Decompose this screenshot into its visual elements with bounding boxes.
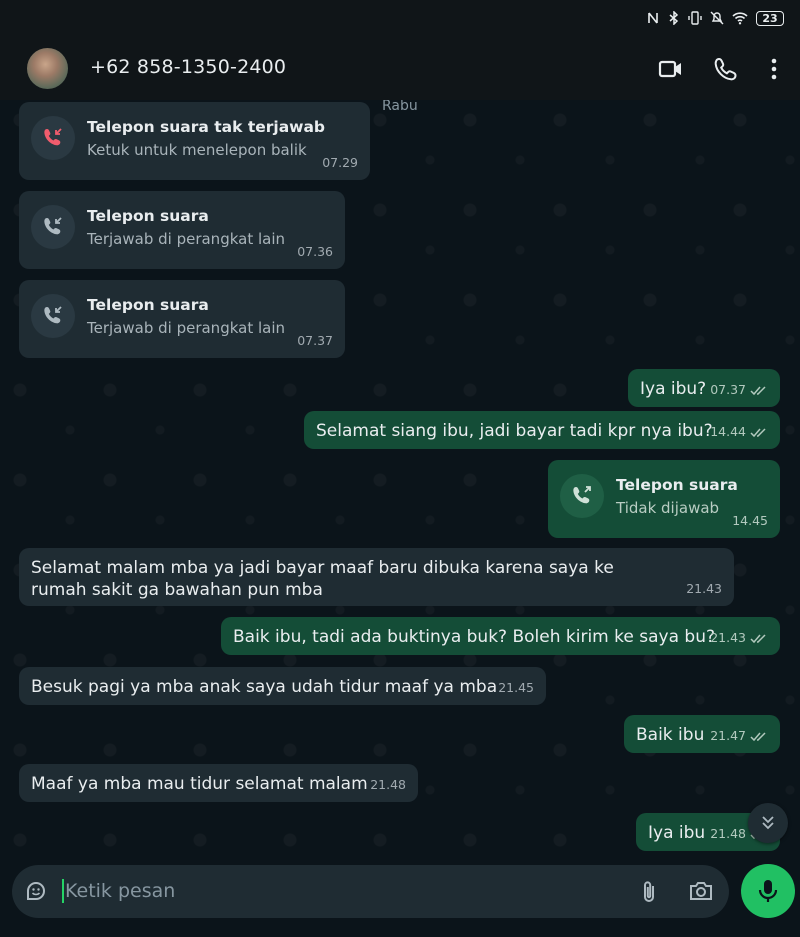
text-message[interactable]: Besuk pagi ya mba anak saya udah tidur m… [19,667,546,705]
voice-message-button[interactable] [741,864,795,918]
message-list[interactable]: Rabu Telepon suara tak terjawab Ketuk un… [0,100,800,862]
read-ticks-icon [750,385,766,395]
scroll-to-bottom-button[interactable] [748,803,788,843]
call-subtitle: Tidak dijawab [616,499,720,517]
microphone-icon [758,880,778,902]
bluetooth-icon [669,11,679,25]
message-time: 21.48 [710,826,746,841]
read-ticks-icon [750,633,766,643]
message-time: 21.48 [370,777,406,792]
double-chevron-down-icon [762,816,774,830]
camera-icon[interactable] [688,879,714,903]
message-time: 21.45 [498,680,534,695]
read-ticks-icon [750,427,766,437]
incoming-call-icon [31,294,75,338]
text-message[interactable]: Baik ibu 21.47 [624,715,780,753]
call-subtitle: Terjawab di perangkat lain [87,230,286,248]
status-bar: 23 [0,0,800,36]
call-title: Telepon suara [616,476,738,494]
call-message[interactable]: Telepon suara tak terjawab Ketuk untuk m… [19,102,370,180]
date-label: Rabu [382,100,418,114]
message-input[interactable]: Ketik pesan [62,879,175,903]
message-text: Selamat malam mba ya jadi bayar maaf bar… [31,558,614,600]
message-time: 07.29 [322,155,358,170]
wifi-icon [732,12,748,25]
text-message[interactable]: Selamat malam mba ya jadi bayar maaf bar… [19,548,734,606]
message-input-bar: Ketik pesan [12,865,729,918]
message-text: Selamat siang ibu, jadi bayar tadi kpr n… [316,421,713,441]
message-text: Iya ibu [648,823,706,843]
call-subtitle: Terjawab di perangkat lain [87,319,286,337]
message-text: Baik ibu, tadi ada buktinya buk? Boleh k… [233,627,715,647]
call-title: Telepon suara [87,207,209,225]
message-time: 07.37 [297,333,333,348]
vibrate-icon [688,11,702,25]
contact-name[interactable]: +62 858-1350-2400 [90,56,286,78]
incoming-call-icon [31,205,75,249]
message-time: 21.47 [710,728,746,743]
video-call-icon[interactable] [658,56,684,82]
message-time: 07.36 [297,244,333,259]
message-text: Iya ibu? [640,379,707,399]
call-title: Telepon suara tak terjawab [87,118,326,136]
message-time: 07.37 [710,382,746,397]
nfc-icon [648,12,658,24]
text-message[interactable]: Baik ibu, tadi ada buktinya buk? Boleh k… [221,617,780,655]
call-subtitle: Ketuk untuk menelepon balik [87,141,307,159]
message-time: 14.45 [732,513,768,528]
text-message[interactable]: Iya ibu? 07.37 [628,369,780,407]
battery-indicator: 23 [756,10,784,26]
message-text: Maaf ya mba mau tidur selamat malam [31,774,368,794]
mute-bell-icon [710,11,724,25]
call-title: Telepon suara [87,296,209,314]
more-icon[interactable] [761,56,787,82]
message-time: 14.44 [710,424,746,439]
chat-header: +62 858-1350-2400 [0,36,800,100]
outgoing-call-icon [560,474,604,518]
read-ticks-icon [750,731,766,741]
call-message[interactable]: Telepon suara Terjawab di perangkat lain… [19,191,345,269]
avatar[interactable] [27,48,68,89]
call-message[interactable]: Telepon suara Terjawab di perangkat lain… [19,280,345,358]
attach-icon[interactable] [637,879,661,905]
missed-call-icon [31,116,75,160]
message-text: Baik ibu [636,725,705,745]
message-text: Besuk pagi ya mba anak saya udah tidur m… [31,677,498,697]
text-message[interactable]: Selamat siang ibu, jadi bayar tadi kpr n… [304,411,780,449]
message-time: 21.43 [710,630,746,645]
sticker-icon[interactable] [24,879,48,903]
voice-call-icon[interactable] [713,56,739,82]
message-time: 21.43 [686,581,722,596]
call-message[interactable]: Telepon suara Tidak dijawab 14.45 [548,460,780,538]
text-message[interactable]: Maaf ya mba mau tidur selamat malam 21.4… [19,764,418,802]
